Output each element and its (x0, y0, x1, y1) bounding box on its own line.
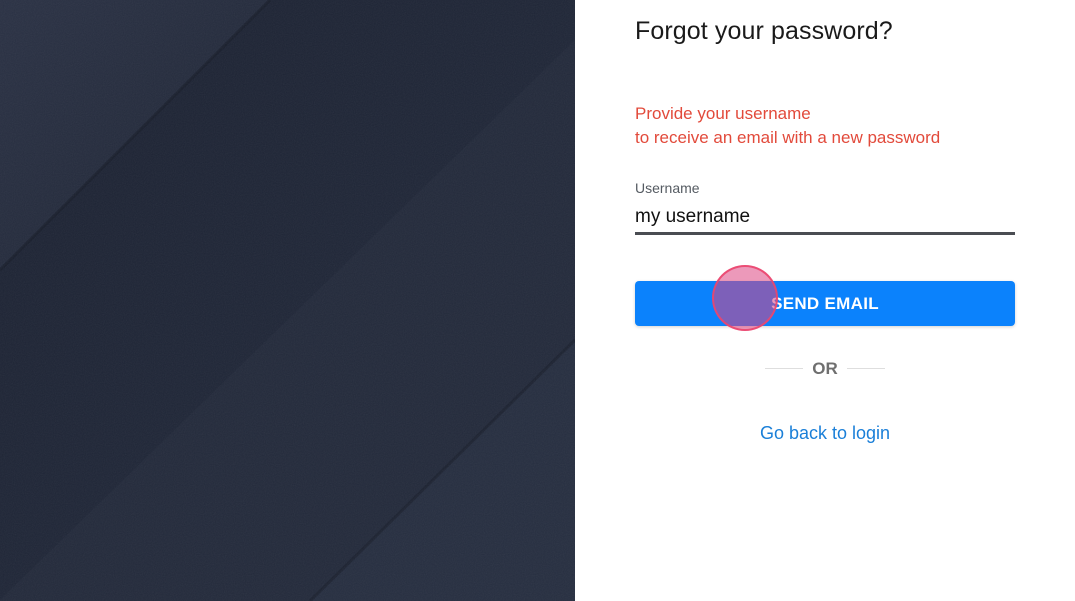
username-label: Username (635, 180, 700, 196)
back-to-login-link[interactable]: Go back to login (725, 423, 925, 444)
or-divider: OR (812, 359, 838, 378)
instruction-line: Provide your username (635, 104, 811, 123)
page-title: Forgot your password? (635, 17, 893, 45)
instructions-text: Provide your username to receive an emai… (635, 102, 940, 150)
instruction-line: to receive an email with a new password (635, 128, 941, 147)
background-panel (0, 0, 575, 601)
form-panel: Forgot your password? Provide your usern… (575, 0, 1075, 601)
forgot-password-page: Forgot your password? Provide your usern… (0, 0, 1075, 601)
username-input[interactable] (635, 202, 1015, 235)
background-pattern (0, 0, 575, 601)
send-email-button[interactable]: SEND EMAIL (635, 281, 1015, 326)
divider-line (847, 368, 885, 369)
